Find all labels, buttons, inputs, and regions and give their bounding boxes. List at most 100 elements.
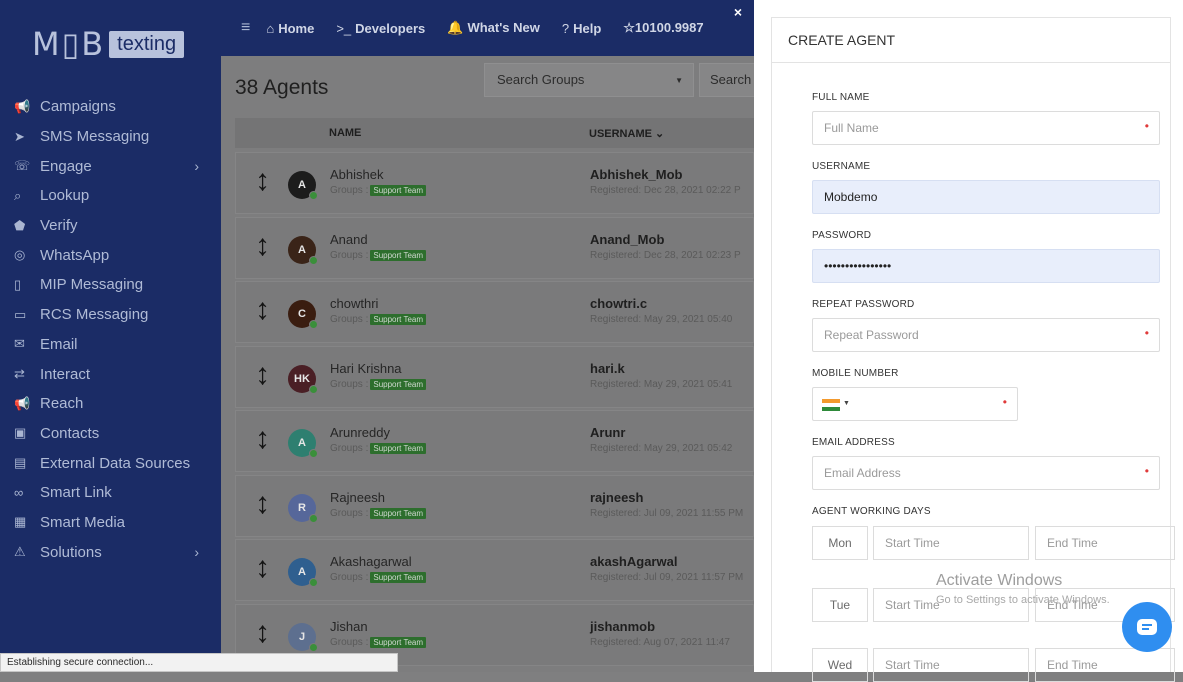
avatar: A (288, 429, 318, 458)
day-mon[interactable]: Mon (812, 526, 868, 560)
username-field[interactable]: Mobdemo (812, 180, 1160, 214)
table-row[interactable]: ↕ A Akashagarwal Groups : Support Team akashA… (235, 539, 754, 601)
sidebar-item-lookup[interactable]: ⌕ Lookup (0, 181, 221, 211)
day-tue[interactable]: Tue (812, 588, 868, 622)
sidebar-item-external-data-sources[interactable]: ▤ External Data Sources (0, 448, 221, 478)
chat-widget-button[interactable] (1122, 602, 1172, 652)
nav-whats-new[interactable]: 🔔 What's New (447, 20, 540, 36)
repeat-password-field[interactable]: Repeat Password • (812, 318, 1160, 352)
table-row[interactable]: ↕ A Arunreddy Groups : Support Team Arunr Regi… (235, 410, 754, 472)
group-badge: Support Team (370, 378, 427, 390)
online-status-dot (309, 578, 318, 587)
caret-down-icon[interactable]: ▼ (843, 400, 850, 407)
group-badge: Support Team (370, 507, 427, 519)
drag-handle-icon[interactable]: ↕ (255, 422, 270, 456)
hamburger-menu-icon[interactable]: ≡ (241, 19, 250, 37)
drag-handle-icon[interactable]: ↕ (255, 616, 270, 650)
search-groups-select[interactable]: Search Groups ▼ (484, 63, 694, 97)
logo[interactable]: M▯B texting (32, 22, 185, 66)
sidebar-item-engage[interactable]: ☏ Engage › (0, 151, 221, 181)
groups-label: Groups : (330, 507, 369, 519)
search-input[interactable]: Search (699, 63, 759, 97)
send-icon: ➤ (14, 128, 25, 144)
mobile-number-field[interactable]: ▼ • (812, 387, 1018, 421)
caret-down-icon: ▼ (675, 76, 683, 85)
start-time-wed[interactable]: Start Time (873, 648, 1029, 682)
drag-handle-icon[interactable]: ↕ (255, 164, 270, 198)
avatar-initials: A (298, 437, 306, 449)
sidebar-item-reach[interactable]: 📢 Reach (0, 389, 221, 419)
avatar: A (288, 558, 318, 587)
chevron-right-icon[interactable]: › (194, 158, 199, 174)
drag-handle-icon[interactable]: ↕ (255, 551, 270, 585)
working-days-label: AGENT WORKING DAYS (812, 506, 931, 517)
group-badge: Support Team (370, 185, 427, 196)
sidebar-item-label: Contacts (40, 424, 100, 442)
windows-activation-subtext: Go to Settings to activate Windows. (936, 594, 1110, 606)
table-row[interactable]: ↕ A Anand Groups : Support Team Anand_Mob Regi… (235, 216, 754, 279)
sidebar-item-label: Verify (40, 217, 78, 235)
agent-registered-date: Registered: May 29, 2021 05:40 (590, 314, 733, 325)
table-row[interactable]: ↕ Cchowthri Groups : Support Team chowtri.c R… (235, 281, 754, 343)
sidebar-item-rcs-messaging[interactable]: ▭ RCS Messaging (0, 300, 221, 330)
username-value: Mobdemo (824, 190, 878, 204)
agent-name[interactable]: chowthri (330, 296, 378, 311)
india-flag-icon[interactable] (822, 399, 840, 411)
password-value: •••••••••••••••• (824, 259, 892, 273)
close-icon[interactable]: × (730, 4, 746, 20)
required-indicator: • (1144, 119, 1149, 133)
column-header-username[interactable]: USERNAME ⌄ (589, 127, 664, 140)
table-row[interactable]: ↕ HK Hari Krishna Groups : Support Team hari.… (235, 345, 754, 408)
email-placeholder: Email Address (824, 466, 901, 480)
drag-handle-icon[interactable]: ↕ (255, 293, 270, 327)
bell-icon: 🔔 (447, 20, 464, 35)
groups-label: Groups : (330, 314, 369, 325)
drag-handle-icon[interactable]: ↕ (255, 229, 270, 263)
agent-name[interactable]: Akashagarwal (330, 554, 412, 569)
sidebar-item-label: Lookup (40, 187, 90, 205)
username-label: USERNAME (812, 161, 871, 172)
nav-developers[interactable]: >_ Developers (336, 21, 425, 36)
sidebar-item-whatsapp[interactable]: ◎ WhatsApp (0, 240, 221, 270)
sidebar-item-smart-media[interactable]: ▦ Smart Media (0, 508, 221, 538)
drag-handle-icon[interactable]: ↕ (255, 358, 270, 392)
chevron-right-icon[interactable]: › (194, 544, 199, 560)
password-field[interactable]: •••••••••••••••• (812, 249, 1160, 283)
sidebar-item-email[interactable]: ✉ Email (0, 330, 221, 360)
start-time-mon[interactable]: Start Time (873, 526, 1029, 560)
nav-home[interactable]: ⌂ Home (266, 21, 314, 36)
email-field[interactable]: Email Address • (812, 456, 1160, 490)
agent-registered-date: Registered: Jul 09, 2021 11:57 PM (590, 572, 744, 583)
agent-name[interactable]: Rajneesh (330, 490, 385, 505)
avatar: R (288, 493, 318, 523)
nav-help[interactable]: ? Help (562, 21, 601, 36)
end-time-wed[interactable]: End Time (1035, 648, 1175, 682)
online-status-dot (309, 513, 318, 523)
online-status-dot (309, 384, 318, 394)
sidebar-item-contacts[interactable]: ▣ Contacts (0, 419, 221, 449)
online-status-dot (309, 320, 318, 329)
agent-name[interactable]: Jishan (330, 619, 368, 634)
sidebar-item-campaigns[interactable]: 📢 Campaigns (0, 92, 221, 122)
end-time-mon[interactable]: End Time (1035, 526, 1175, 560)
agent-name[interactable]: Arunreddy (330, 425, 390, 440)
sidebar-item-solutions[interactable]: ⚠ Solutions › (0, 537, 221, 567)
agent-groups: Groups : Support Team (330, 378, 427, 390)
drag-handle-icon[interactable]: ↕ (255, 487, 270, 521)
sidebar-item-smart-link[interactable]: ∞ Smart Link (0, 478, 221, 508)
sidebar-item-sms-messaging[interactable]: ➤ SMS Messaging (0, 122, 221, 152)
agent-registered-date: Registered: May 29, 2021 05:41 (590, 378, 733, 390)
agent-name[interactable]: Hari Krishna (330, 361, 402, 376)
day-wed[interactable]: Wed (812, 648, 868, 682)
table-row[interactable]: ↕ A Abhishek Groups : Support Team Abhishek_M… (235, 152, 754, 214)
sidebar-item-mip-messaging[interactable]: ▯ MIP Messaging (0, 270, 221, 300)
agent-name[interactable]: Abhishek (330, 167, 383, 182)
full-name-field[interactable]: Full Name • (812, 111, 1160, 145)
sidebar-item-interact[interactable]: ⇄ Interact (0, 359, 221, 389)
phone-icon: ☏ (14, 158, 31, 174)
table-row[interactable]: ↕ R Rajneesh Groups : Support Team rajneesh Re… (235, 474, 754, 537)
column-header-name[interactable]: NAME (329, 127, 361, 139)
sidebar-item-verify[interactable]: ⬟ Verify (0, 211, 221, 241)
credits-balance: ☆10100.9987 (623, 20, 704, 35)
agent-name[interactable]: Anand (330, 232, 368, 247)
